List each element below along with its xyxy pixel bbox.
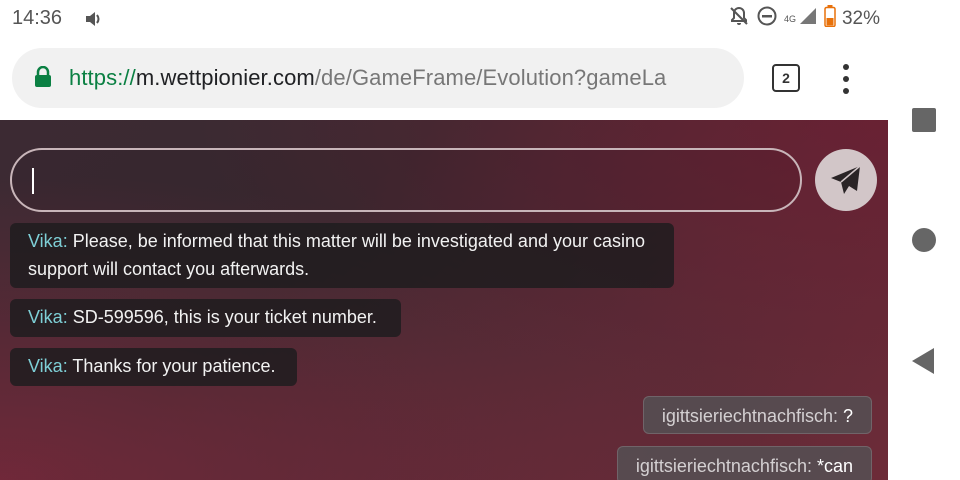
do-not-disturb-icon xyxy=(756,5,778,33)
back-icon[interactable] xyxy=(910,347,936,380)
status-time: 14:36 xyxy=(12,7,63,29)
mute-icon xyxy=(728,5,750,33)
recents-icon[interactable] xyxy=(912,108,936,132)
own-chat-message: igittsieriechtnachfisch: *can xyxy=(616,446,872,480)
send-icon xyxy=(831,165,861,194)
more-options-icon[interactable] xyxy=(836,64,856,94)
url-scheme: https:// xyxy=(69,65,136,90)
message-text: SD-599596, this is your ticket number. xyxy=(67,307,377,327)
lock-icon xyxy=(34,65,52,93)
signal-icon xyxy=(798,6,818,32)
own-chat-message: igittsieriechtnachfisch: ? xyxy=(642,396,872,434)
status-bar: 14:36 4G 32% xyxy=(0,0,888,38)
battery-percent: 32% xyxy=(841,8,880,29)
chat-message: Vika: Thanks for your patience. xyxy=(10,348,297,386)
network-type: 4G xyxy=(783,13,796,24)
message-text: Please, be informed that this matter wil… xyxy=(28,231,646,279)
send-button[interactable] xyxy=(815,149,877,211)
battery-icon xyxy=(824,5,836,33)
chat-message: Vika: SD-599596, this is your ticket num… xyxy=(10,299,401,337)
volume-icon xyxy=(84,9,104,34)
tab-switcher-button[interactable]: 2 xyxy=(772,64,800,92)
url-text[interactable]: https://m.wettpionier.com/de/GameFrame/E… xyxy=(69,48,739,108)
message-text: ? xyxy=(837,406,853,426)
message-author: Vika: xyxy=(28,307,68,327)
address-bar[interactable]: https://m.wettpionier.com/de/GameFrame/E… xyxy=(12,48,744,108)
message-text: Thanks for your patience. xyxy=(67,356,276,376)
chat-panel: Vika: Please, be informed that this matt… xyxy=(0,120,888,480)
message-author: Vika: xyxy=(28,356,68,376)
status-icons: 4G 32% xyxy=(728,5,880,33)
message-author: Vika: xyxy=(28,231,68,251)
browser-toolbar: https://m.wettpionier.com/de/GameFrame/E… xyxy=(0,38,888,121)
home-icon[interactable] xyxy=(912,228,936,252)
message-text: *can xyxy=(811,456,853,476)
chat-message: Vika: Please, be informed that this matt… xyxy=(10,223,674,288)
message-author: igittsieriechtnachfisch: xyxy=(635,456,812,476)
text-caret xyxy=(32,168,34,194)
phone-screen: 14:36 4G 32% https://m.wettpionier.com/d… xyxy=(0,0,888,480)
system-nav-bar xyxy=(888,0,960,480)
url-host: m.wettpionier.com xyxy=(135,65,315,90)
message-author: igittsieriechtnachfisch: xyxy=(661,406,838,426)
chat-input[interactable] xyxy=(10,148,802,212)
url-path: /de/GameFrame/Evolution?gameLa xyxy=(314,65,667,90)
